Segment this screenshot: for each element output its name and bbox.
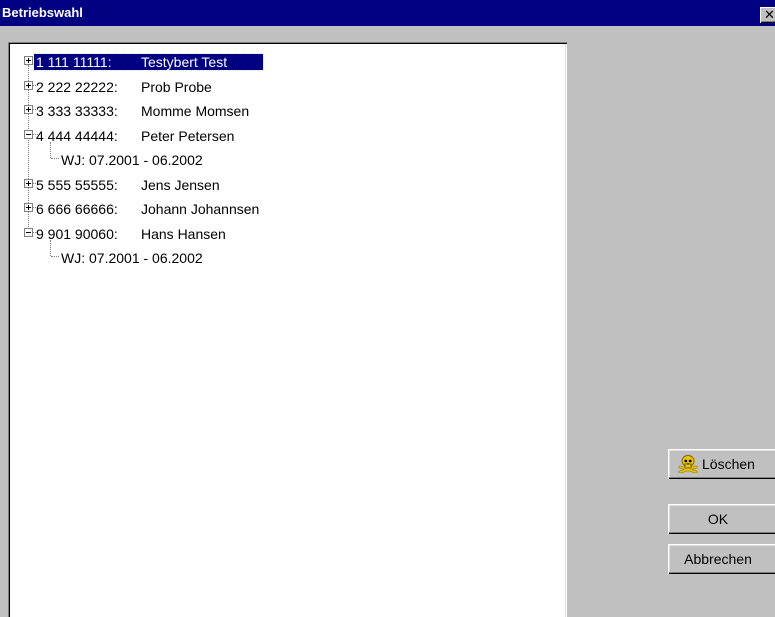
tree-node-name: Hans Hansen <box>141 225 226 242</box>
tree-node[interactable]: 1 111 11111: Testybert Test <box>8 50 567 74</box>
expand-icon[interactable] <box>24 56 33 65</box>
tree-connector <box>51 158 59 159</box>
tree-node-name: Testybert Test <box>141 54 228 70</box>
tree-node[interactable]: 6 666 66666: Johann Johannsen <box>8 197 567 221</box>
tree-node-name: Peter Petersen <box>141 127 235 144</box>
tree-connector <box>50 240 51 256</box>
tree-child-label[interactable]: WJ: 07.2001 - 06.2002 <box>61 152 203 168</box>
close-icon: ✕ <box>764 7 775 22</box>
tree-node-name: Momme Momsen <box>141 103 250 119</box>
tree-node[interactable]: 9 901 90060: Hans Hansen <box>8 222 567 246</box>
title-bar[interactable]: Betriebswahl ✕ <box>0 0 775 26</box>
tree-node-id: 4 444 44444: <box>36 127 118 144</box>
tree-node-id: 3 333 33333: <box>36 103 118 119</box>
tree-child-node[interactable]: WJ: 07.2001 - 06.2002 <box>8 240 567 270</box>
tree-node[interactable]: 2 222 22222: Prob Probe <box>8 75 567 99</box>
tree-node-id: 9 901 90060: <box>36 225 118 242</box>
dialog-window: Betriebswahl ✕ 1 111 11111: Testybert Tes… <box>0 0 775 617</box>
tree-connector <box>50 142 51 158</box>
tree-child-label[interactable]: WJ: 07.2001 - 06.2002 <box>61 250 203 266</box>
tree-node-name: Johann Johannsen <box>141 201 260 217</box>
tree-node[interactable]: 4 444 44444: Peter Petersen <box>8 124 567 148</box>
close-button[interactable]: ✕ <box>760 7 775 23</box>
company-tree-panel[interactable]: 1 111 11111: Testybert Test 2 222 22222: Pr… <box>8 42 567 617</box>
tree-node-id: 2 222 22222: <box>36 78 118 95</box>
tree-node-id: 6 666 66666: <box>36 201 118 217</box>
collapse-icon[interactable] <box>24 227 33 237</box>
expand-icon[interactable] <box>24 178 33 188</box>
company-tree[interactable]: 1 111 11111: Testybert Test 2 222 22222: Pr… <box>8 42 567 617</box>
tree-node-id: 1 111 11111: <box>36 54 112 70</box>
delete-button-label: Löschen <box>702 456 755 472</box>
delete-button[interactable]: Löschen <box>668 449 775 479</box>
tree-node[interactable]: 3 333 33333: Momme Momsen <box>8 99 567 123</box>
window-title: Betriebswahl <box>2 5 83 20</box>
tree-node-label[interactable]: 1 111 11111: Testybert Test <box>33 53 264 71</box>
cancel-button-label: Abbrechen <box>684 551 752 567</box>
ok-button-label: OK <box>707 511 729 527</box>
skull-crossbones-icon <box>678 455 698 473</box>
collapse-icon[interactable] <box>24 129 33 139</box>
ok-button[interactable]: OK <box>668 504 775 534</box>
tree-node-name: Jens Jensen <box>141 176 220 193</box>
expand-icon[interactable] <box>24 105 33 114</box>
tree-node[interactable]: 5 555 55555: Jens Jensen <box>8 173 567 197</box>
tree-child-node[interactable]: WJ: 07.2001 - 06.2002 <box>8 142 567 172</box>
expand-icon[interactable] <box>24 203 33 212</box>
tree-node-id: 5 555 55555: <box>36 176 118 193</box>
tree-node-name: Prob Probe <box>141 78 212 95</box>
cancel-button[interactable]: Abbrechen <box>668 544 775 574</box>
tree-connector <box>51 256 59 257</box>
button-panel: Löschen OK Abbrechen <box>567 26 775 617</box>
expand-icon[interactable] <box>24 80 33 90</box>
